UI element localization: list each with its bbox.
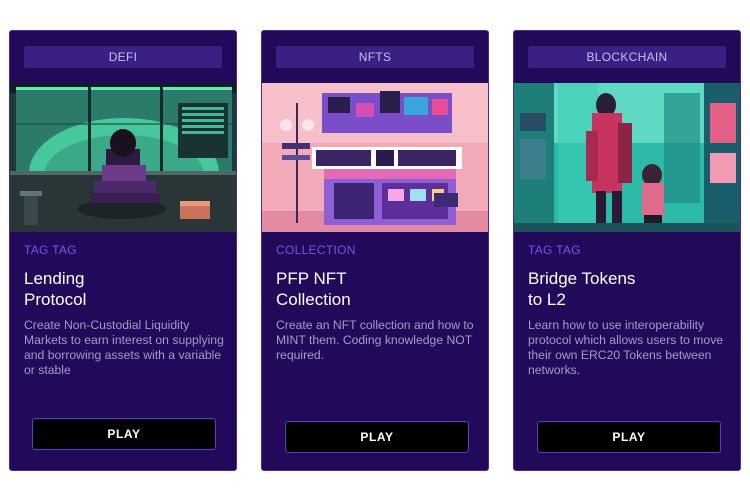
card-title-line-1: Lending bbox=[24, 269, 85, 288]
category-label: BLOCKCHAIN bbox=[528, 46, 726, 68]
course-card-defi[interactable]: DEFI TAG TAG Lending Protocol Create Non… bbox=[9, 30, 237, 471]
card-description: Learn how to use interoperability protoc… bbox=[528, 318, 724, 377]
play-button[interactable]: PLAY bbox=[32, 418, 216, 450]
card-title-line-2: Collection bbox=[276, 290, 351, 309]
category-label: NFTS bbox=[276, 46, 474, 68]
tag-label: TAG TAG bbox=[528, 243, 581, 257]
card-title-line-2: Protocol bbox=[24, 290, 87, 309]
card-description: Create Non-Custodial Liquidity Markets t… bbox=[24, 318, 224, 377]
card-title-line-1: Bridge Tokens bbox=[528, 269, 636, 288]
course-card-nfts[interactable]: NFTS COLLECTION PFP NFT Collection Creat… bbox=[261, 30, 489, 471]
card-title: Bridge Tokens to L2 bbox=[528, 268, 728, 310]
tag-label: TAG TAG bbox=[24, 243, 77, 257]
card-image bbox=[262, 83, 488, 232]
card-title-line-2: to L2 bbox=[528, 290, 566, 309]
card-description: Create an NFT collection and how to MINT… bbox=[276, 318, 474, 362]
card-title: PFP NFT Collection bbox=[276, 268, 476, 310]
card-image bbox=[514, 83, 740, 232]
card-image bbox=[10, 83, 236, 232]
course-card-blockchain[interactable]: BLOCKCHAIN TAG TAG Bridge Tokens to L2 L… bbox=[513, 30, 741, 471]
card-title-line-1: PFP NFT bbox=[276, 269, 347, 288]
category-label: DEFI bbox=[24, 46, 222, 68]
card-title: Lending Protocol bbox=[24, 268, 224, 310]
tag-label: COLLECTION bbox=[276, 243, 356, 257]
play-button[interactable]: PLAY bbox=[537, 421, 721, 453]
play-button[interactable]: PLAY bbox=[285, 421, 469, 453]
